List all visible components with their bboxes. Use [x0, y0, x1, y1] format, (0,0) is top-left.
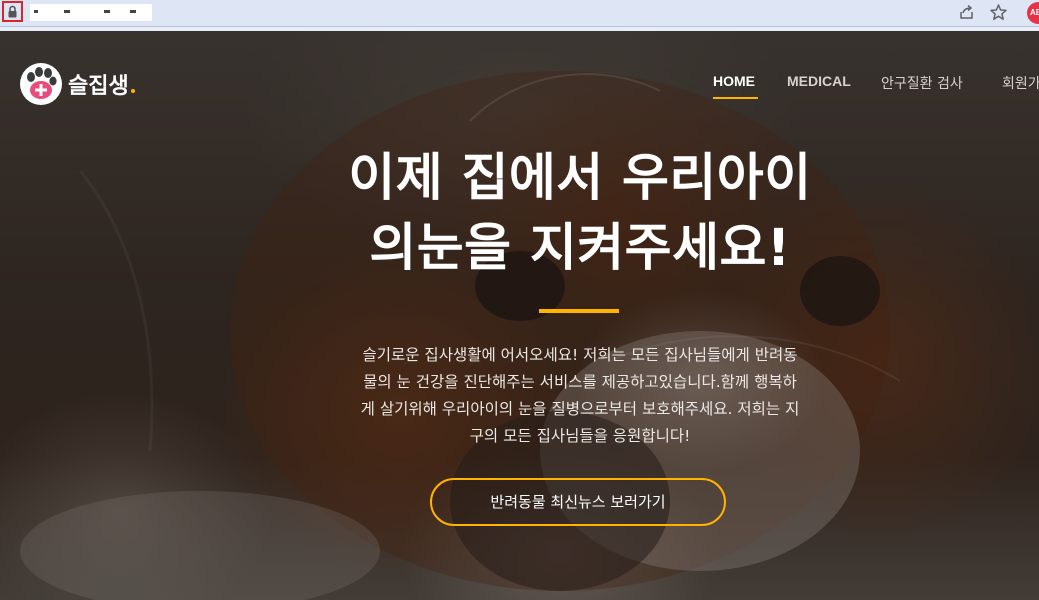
nav-label-home: HOME — [713, 73, 755, 89]
description-line-2: 물의 눈 건강을 진단해주는 서비스를 제공하고있습니다.함께 행복하 — [363, 373, 797, 391]
logo-text: 슬집생 — [68, 68, 135, 100]
share-icon[interactable] — [957, 3, 976, 22]
lock-icon[interactable] — [2, 1, 23, 22]
news-cta-button[interactable]: 반려동물 최신뉴스 보러가기 — [430, 478, 726, 526]
paw-plus-icon — [20, 63, 62, 105]
nav-item-signup[interactable]: 회원가 — [1002, 73, 1039, 93]
nav-item-home[interactable]: HOME — [713, 73, 758, 99]
extension-icon[interactable]: AB — [1027, 2, 1039, 24]
nav-label-eye-exam: 안구질환 검사 — [881, 76, 963, 92]
hero-title-line-1: 이제 집에서 우리아이 — [348, 149, 812, 208]
nav-item-eye-exam[interactable]: 안구질환 검사 — [881, 73, 963, 93]
star-icon[interactable] — [989, 3, 1008, 22]
hero-title: 이제 집에서 우리아이 의눈을 지켜주세요! — [220, 144, 940, 284]
site-logo[interactable]: 슬집생 — [20, 63, 135, 105]
nav-item-medical[interactable]: MEDICAL — [787, 73, 851, 89]
description-line-1: 슬기로운 집사생활에 어서오세요! 저희는 모든 집사님들에게 반려동 — [362, 346, 798, 364]
description-line-4: 구의 모든 집사님들을 응원합니다! — [469, 427, 691, 445]
description-line-3: 게 살기위해 우리아이의 눈을 질병으로부터 보호해주세요. 저희는 지 — [360, 400, 800, 418]
hero-section: 슬집생 HOME MEDICAL 안구질환 검사 회원가 이제 집에서 우리아이… — [0, 31, 1039, 600]
nav-active-underline — [713, 97, 758, 99]
redacted-url — [34, 10, 144, 16]
logo-dot — [130, 89, 135, 93]
title-divider — [539, 309, 619, 313]
browser-toolbar: AB — [0, 0, 1039, 27]
nav-label-signup: 회원가 — [1002, 76, 1039, 92]
hero-description: 슬기로운 집사생활에 어서오세요! 저희는 모든 집사님들에게 반려동 물의 눈… — [300, 342, 860, 450]
hero-title-line-2: 의눈을 지켜주세요! — [369, 219, 791, 278]
nav-label-medical: MEDICAL — [787, 73, 851, 89]
